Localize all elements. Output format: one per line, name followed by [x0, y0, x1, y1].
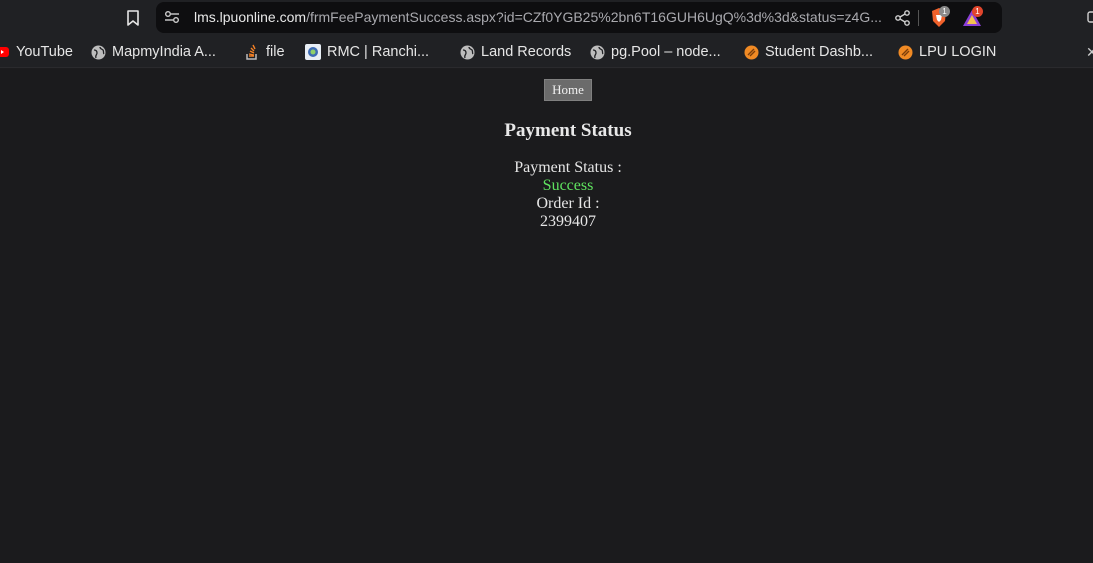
bookmark-file[interactable]: file — [244, 43, 285, 61]
browser-toolbar: lms.lpuonline.com/frmFeePaymentSuccess.a… — [0, 0, 1093, 35]
bookmark-lpu-login[interactable]: LPU LOGIN — [897, 43, 996, 61]
bookmark-rmc[interactable]: RMC | Ranchi... — [305, 43, 429, 61]
bookmark-label: YouTube — [16, 44, 73, 60]
address-bar[interactable]: lms.lpuonline.com/frmFeePaymentSuccess.a… — [156, 2, 1002, 33]
globe-icon — [90, 44, 106, 60]
order-id-label: Order Id : — [536, 195, 600, 212]
page-content: Home Payment Status Payment Status : Suc… — [0, 69, 1093, 563]
bookmark-label: Student Dashb... — [765, 44, 874, 60]
bookmark-label: pg.Pool – node... — [611, 44, 721, 60]
bookmark-student-dashboard[interactable]: Student Dashb... — [743, 43, 873, 61]
status-label: Payment Status : — [514, 159, 622, 176]
bookmark-label: Land Records — [481, 44, 572, 60]
rmc-logo-icon — [305, 44, 321, 60]
page-title: Payment Status — [504, 120, 632, 141]
url-divider — [918, 10, 919, 26]
url-text[interactable]: lms.lpuonline.com/frmFeePaymentSuccess.a… — [194, 9, 894, 25]
bookmark-label: RMC | Ranchi... — [327, 44, 430, 60]
url-path: /frmFeePaymentSuccess.aspx?id=CZf0YGB25%… — [306, 9, 882, 25]
bookmark-youtube[interactable]: YouTube — [0, 43, 73, 61]
youtube-icon — [0, 44, 10, 60]
extensions-icon[interactable] — [1086, 10, 1093, 24]
status-value: Success — [542, 177, 594, 194]
order-id-value: 2399407 — [540, 213, 596, 230]
stackoverflow-icon — [244, 44, 260, 60]
lpu-icon — [897, 44, 913, 60]
bookmark-label: file — [266, 44, 285, 60]
tune-icon[interactable] — [164, 9, 180, 25]
share-icon[interactable] — [894, 9, 912, 27]
close-icon[interactable]: ✕ — [1086, 44, 1093, 61]
bookmark-pg-pool[interactable]: pg.Pool – node... — [589, 43, 721, 61]
bookmark-land-records[interactable]: Land Records — [459, 43, 571, 61]
bookmarks-bar: YouTube MapmyIndia A... file RMC | Ranch… — [0, 35, 1093, 68]
bookmark-mapmyindia[interactable]: MapmyIndia A... — [90, 43, 216, 61]
shield-badge: 1 — [939, 6, 950, 17]
bookmark-label: MapmyIndia A... — [112, 44, 216, 60]
bookmark-icon[interactable] — [122, 7, 144, 29]
lpu-icon — [743, 44, 759, 60]
url-host: lms.lpuonline.com — [194, 9, 307, 25]
home-button[interactable]: Home — [544, 79, 592, 101]
payment-status-block: Payment Status : Success Order Id : 2399… — [0, 159, 1093, 231]
bookmark-label: LPU LOGIN — [919, 44, 997, 60]
globe-icon — [459, 44, 475, 60]
rewards-badge: 1 — [972, 6, 983, 17]
globe-icon — [589, 44, 605, 60]
